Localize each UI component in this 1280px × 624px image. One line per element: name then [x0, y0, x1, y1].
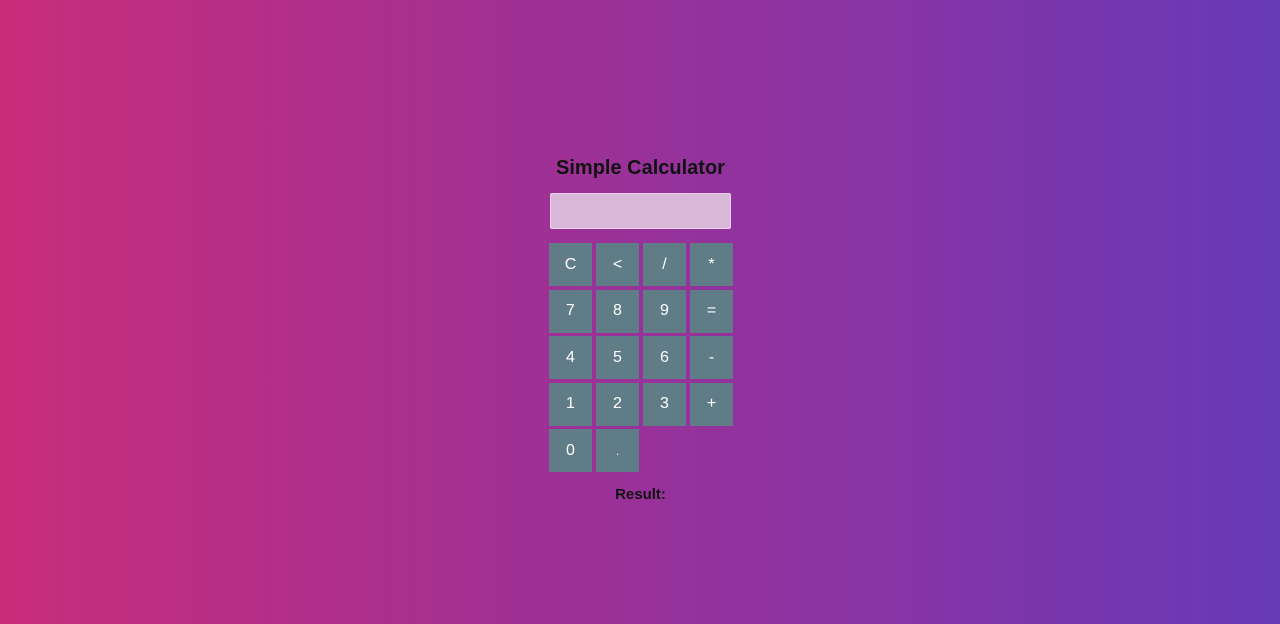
- digit-2-button[interactable]: 2: [596, 382, 639, 426]
- calculator-panel: Simple Calculator C < / * 7 8 9 = 4 5 6 …: [549, 155, 733, 503]
- clear-button[interactable]: C: [549, 243, 592, 286]
- digit-8-button[interactable]: 8: [596, 289, 639, 333]
- digit-4-button[interactable]: 4: [549, 336, 592, 379]
- divide-button[interactable]: /: [643, 243, 686, 286]
- multiply-button[interactable]: *: [690, 243, 733, 286]
- page-title: Simple Calculator: [556, 157, 725, 179]
- digit-1-button[interactable]: 1: [549, 382, 592, 426]
- calculator-display-input[interactable]: [550, 193, 731, 229]
- equals-button[interactable]: =: [690, 289, 733, 333]
- digit-5-button[interactable]: 5: [596, 336, 639, 379]
- decimal-button[interactable]: .: [596, 429, 639, 472]
- backspace-button[interactable]: <: [596, 243, 639, 286]
- add-button[interactable]: +: [690, 382, 733, 426]
- digit-7-button[interactable]: 7: [549, 289, 592, 333]
- result-area: Result:: [549, 486, 732, 503]
- subtract-button[interactable]: -: [690, 336, 733, 379]
- keypad: C < / * 7 8 9 = 4 5 6 - 1 2 3 + 0 .: [549, 243, 733, 472]
- digit-6-button[interactable]: 6: [643, 336, 686, 379]
- digit-0-button[interactable]: 0: [549, 429, 592, 472]
- result-label: Result:: [615, 486, 666, 503]
- digit-9-button[interactable]: 9: [643, 289, 686, 333]
- digit-3-button[interactable]: 3: [643, 382, 686, 426]
